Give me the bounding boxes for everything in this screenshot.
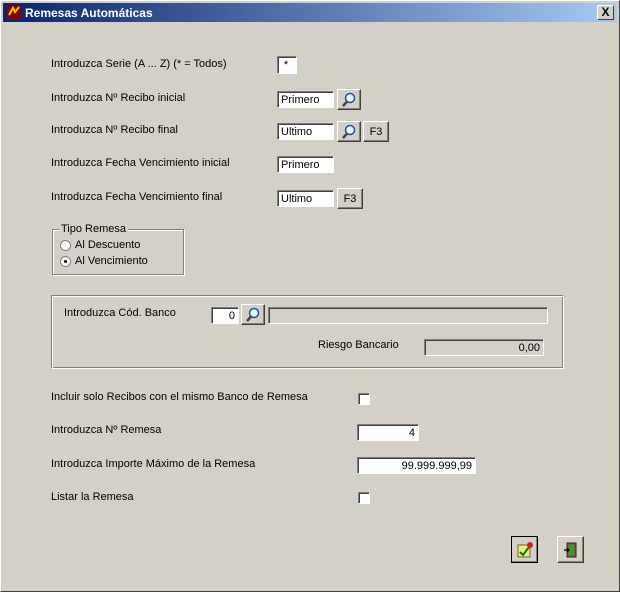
- serie-label: Introduzca Serie (A ... Z) (* = Todos): [51, 58, 227, 70]
- solo-mismo-banco-checkbox[interactable]: [358, 393, 370, 405]
- fecha-final-f3-button[interactable]: F3: [337, 188, 363, 209]
- banco-name-field: [268, 307, 548, 324]
- listar-label: Listar la Remesa: [51, 491, 134, 503]
- solo-mismo-banco-label: Incluir solo Recibos con el mismo Banco …: [51, 391, 308, 403]
- riesgo-value-field: 0,00: [424, 339, 544, 356]
- recibo-final-label: Introduzca Nº Recibo final: [51, 124, 178, 136]
- riesgo-label: Riesgo Bancario: [318, 339, 399, 351]
- banco-search-button[interactable]: [241, 304, 265, 325]
- serie-input[interactable]: *: [277, 56, 297, 74]
- f3-label: F3: [369, 126, 383, 138]
- exit-button[interactable]: [557, 536, 584, 563]
- num-remesa-label: Introduzca Nº Remesa: [51, 424, 162, 436]
- execute-icon: [517, 541, 533, 557]
- tipo-remesa-group: [52, 229, 184, 275]
- close-button[interactable]: X: [597, 5, 614, 20]
- banco-label: Introduzca Cód. Banco: [64, 307, 176, 319]
- fecha-final-input[interactable]: Ultimo: [277, 190, 334, 207]
- recibo-final-input[interactable]: Ultimo: [277, 123, 334, 140]
- listar-checkbox[interactable]: [358, 492, 370, 504]
- title-bar: Remesas Automáticas X: [3, 3, 617, 22]
- fecha-final-label: Introduzca Fecha Vencimiento final: [51, 191, 223, 203]
- recibo-final-f3-button[interactable]: F3: [363, 121, 389, 142]
- fecha-inicial-label: Introduzca Fecha Vencimiento inicial: [51, 157, 230, 169]
- recibo-inicial-input[interactable]: Primero: [277, 91, 334, 108]
- magnifier-icon: [246, 307, 260, 322]
- execute-button[interactable]: [511, 536, 538, 563]
- app-icon: [7, 5, 21, 19]
- radio-al-descuento[interactable]: [60, 240, 71, 251]
- f3-label: F3: [343, 193, 357, 205]
- radio-al-vencimiento-label[interactable]: Al Vencimiento: [75, 255, 148, 267]
- exit-door-icon: [563, 542, 576, 557]
- importe-max-label: Introduzca Importe Máximo de la Remesa: [51, 458, 256, 470]
- recibo-inicial-label: Introduzca Nº Recibo inicial: [51, 92, 186, 104]
- importe-max-input[interactable]: 99.999.999,99: [357, 457, 476, 474]
- recibo-inicial-search-button[interactable]: [337, 89, 361, 110]
- tipo-remesa-title: Tipo Remesa: [59, 223, 129, 235]
- num-remesa-input[interactable]: 4: [357, 424, 419, 441]
- remesas-window: Remesas Automáticas X Introduzca Serie (…: [0, 0, 620, 592]
- recibo-final-search-button[interactable]: [337, 121, 361, 142]
- banco-code-input[interactable]: 0: [211, 307, 239, 324]
- magnifier-icon: [342, 92, 356, 107]
- radio-al-vencimiento[interactable]: [60, 256, 71, 267]
- magnifier-icon: [342, 124, 356, 139]
- window-title: Remesas Automáticas: [25, 6, 153, 20]
- fecha-inicial-input[interactable]: Primero: [277, 156, 334, 173]
- close-icon: X: [601, 5, 610, 19]
- radio-al-descuento-label[interactable]: Al Descuento: [75, 239, 140, 251]
